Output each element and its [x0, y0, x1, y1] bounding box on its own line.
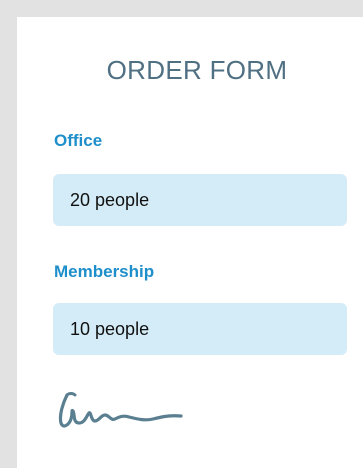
membership-label: Membership: [54, 262, 155, 281]
order-form-card: ORDER FORM Office 20 people Membership 1…: [17, 17, 363, 468]
office-label: Office: [54, 131, 103, 150]
form-title: ORDER FORM: [106, 55, 288, 85]
office-field[interactable]: 20 people: [53, 174, 347, 226]
membership-field[interactable]: 10 people: [53, 303, 347, 355]
signature-icon: [58, 392, 183, 428]
